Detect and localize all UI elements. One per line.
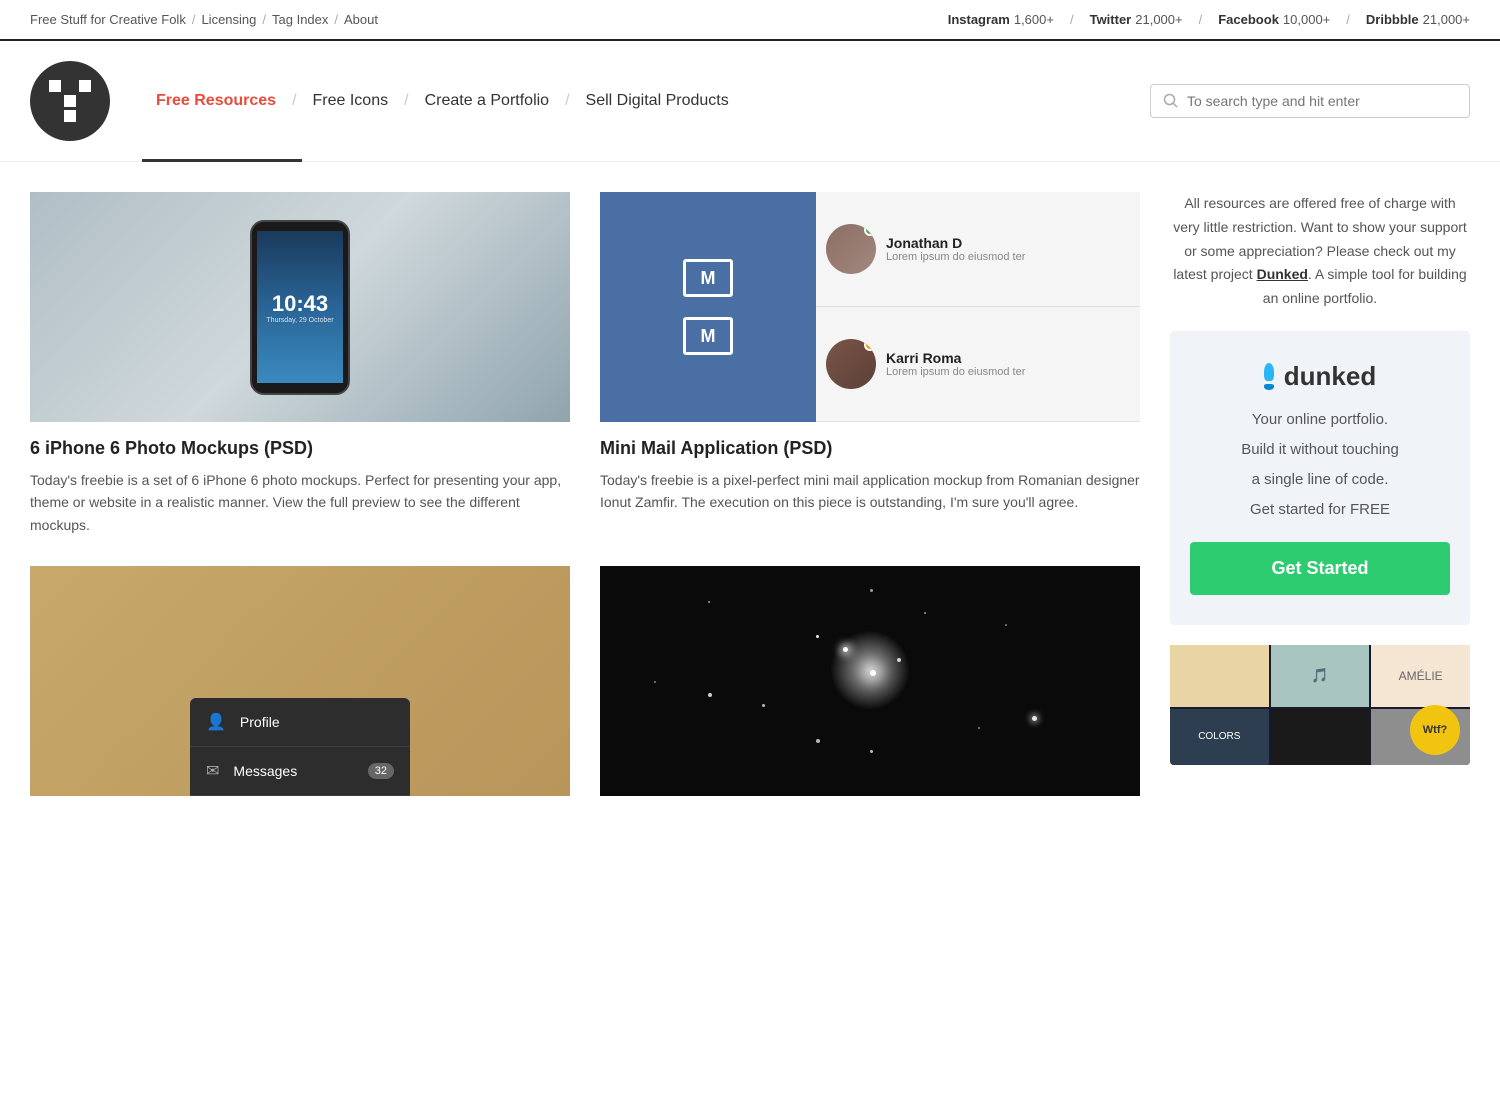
contact-text-jonathan: Lorem ipsum do eiusmod ter bbox=[886, 251, 1130, 263]
contact-info-karri: Karri Roma Lorem ipsum do eiusmod ter bbox=[886, 350, 1130, 378]
article-thumb-stars bbox=[600, 566, 1140, 796]
dunked-link[interactable]: Dunked bbox=[1257, 266, 1308, 282]
social-facebook[interactable]: Facebook 10,000+ bbox=[1218, 12, 1330, 27]
messages-badge: 32 bbox=[368, 763, 394, 779]
article-card-stars[interactable] bbox=[600, 566, 1140, 812]
mail-contact-jonathan: Jonathan D Lorem ipsum do eiusmod ter bbox=[816, 192, 1140, 307]
dunked-tagline-3: a single line of code. bbox=[1190, 468, 1450, 492]
article-title-mail: Mini Mail Application (PSD) bbox=[600, 438, 1140, 459]
top-bar-right: Instagram 1,600+ / Twitter 21,000+ / Fac… bbox=[948, 12, 1470, 27]
dunked-tagline-2: Build it without touching bbox=[1190, 438, 1450, 462]
logo-cell bbox=[64, 80, 76, 92]
iphone-date: Thursday, 29 October bbox=[266, 317, 333, 324]
profile-thumb: 👤 Profile ✉ Messages 32 bbox=[30, 566, 570, 796]
article-card-mail[interactable]: Jonathan D Lorem ipsum do eiusmod ter Ka… bbox=[600, 192, 1140, 536]
top-bar: Free Stuff for Creative Folk / Licensing… bbox=[0, 0, 1500, 41]
dunked-dot-icon bbox=[1264, 363, 1274, 390]
mail-left bbox=[600, 192, 816, 422]
profile-menu-item-messages: ✉ Messages 32 bbox=[190, 747, 410, 796]
profile-menu-label: Profile bbox=[240, 714, 280, 730]
avatar-jonathan bbox=[826, 224, 876, 274]
contact-name-jonathan: Jonathan D bbox=[886, 235, 1130, 251]
sidebar: All resources are offered free of charge… bbox=[1170, 192, 1470, 812]
article-thumb-iphone: 10:43 Thursday, 29 October bbox=[30, 192, 570, 422]
nav-free-resources[interactable]: Free Resources bbox=[140, 92, 292, 110]
profile-menu: 👤 Profile ✉ Messages 32 bbox=[190, 698, 410, 796]
star-burst bbox=[830, 630, 910, 710]
preview-cell-3: AMÉLIE bbox=[1371, 645, 1470, 707]
mail-contact-karri: Karri Roma Lorem ipsum do eiusmod ter bbox=[816, 307, 1140, 422]
logo-cell bbox=[79, 95, 91, 107]
mail-icon-2 bbox=[683, 317, 733, 355]
logo-grid bbox=[49, 80, 91, 122]
nav-create-portfolio[interactable]: Create a Portfolio bbox=[409, 92, 566, 110]
nav-bar: Free Resources / Free Icons / Create a P… bbox=[0, 41, 1500, 162]
profile-icon: 👤 bbox=[206, 712, 226, 732]
licensing-link[interactable]: Licensing bbox=[201, 12, 256, 27]
logo-cell bbox=[49, 95, 61, 107]
preview-cell-5 bbox=[1271, 709, 1370, 765]
logo-cell bbox=[64, 95, 76, 107]
iphone-time: 10:43 bbox=[272, 291, 328, 317]
contact-text-karri: Lorem ipsum do eiusmod ter bbox=[886, 366, 1130, 378]
logo-cell bbox=[49, 110, 61, 122]
online-dot-jonathan bbox=[864, 224, 876, 236]
search-input[interactable] bbox=[1187, 93, 1457, 109]
iphone-body: 10:43 Thursday, 29 October bbox=[250, 220, 350, 395]
about-link[interactable]: About bbox=[344, 12, 378, 27]
mail-thumb: Jonathan D Lorem ipsum do eiusmod ter Ka… bbox=[600, 192, 1140, 422]
article-desc-iphone: Today's freebie is a set of 6 iPhone 6 p… bbox=[30, 469, 570, 536]
online-dot-karri bbox=[864, 339, 876, 351]
sep3: / bbox=[334, 12, 338, 27]
avatar-karri bbox=[826, 339, 876, 389]
get-started-button[interactable]: Get Started bbox=[1190, 542, 1450, 595]
social-dribbble[interactable]: Dribbble 21,000+ bbox=[1366, 12, 1470, 27]
sidebar-description: All resources are offered free of charge… bbox=[1170, 192, 1470, 311]
messages-icon: ✉ bbox=[206, 761, 219, 781]
dunked-brand-name: dunked bbox=[1284, 361, 1376, 392]
dunked-tagline-4: Get started for FREE bbox=[1190, 498, 1450, 522]
article-thumb-profile: 👤 Profile ✉ Messages 32 bbox=[30, 566, 570, 796]
nav-links: Free Resources / Free Icons / Create a P… bbox=[140, 92, 1150, 110]
social-twitter[interactable]: Twitter 21,000+ bbox=[1090, 12, 1183, 27]
logo-cell bbox=[79, 80, 91, 92]
dunked-card: dunked Your online portfolio. Build it w… bbox=[1170, 331, 1470, 625]
article-desc-mail: Today's freebie is a pixel-perfect mini … bbox=[600, 469, 1140, 514]
article-title-iphone: 6 iPhone 6 Photo Mockups (PSD) bbox=[30, 438, 570, 459]
mail-right: Jonathan D Lorem ipsum do eiusmod ter Ka… bbox=[816, 192, 1140, 422]
search-icon bbox=[1163, 93, 1179, 109]
contact-info-jonathan: Jonathan D Lorem ipsum do eiusmod ter bbox=[886, 235, 1130, 263]
preview-cell-4: COLORS bbox=[1170, 709, 1269, 765]
profile-menu-item-profile: 👤 Profile bbox=[190, 698, 410, 747]
sep1: / bbox=[192, 12, 196, 27]
wtf-badge[interactable]: Wtf? bbox=[1410, 705, 1460, 755]
nav-sell-digital[interactable]: Sell Digital Products bbox=[570, 92, 745, 110]
article-card-profile[interactable]: 👤 Profile ✉ Messages 32 bbox=[30, 566, 570, 812]
dunked-preview-wrapper: 🎵 AMÉLIE COLORS Wtf? bbox=[1170, 645, 1470, 765]
sep2: / bbox=[262, 12, 266, 27]
dunked-tagline-1: Your online portfolio. bbox=[1190, 408, 1450, 432]
articles-grid: 10:43 Thursday, 29 October 6 iPhone 6 Ph… bbox=[30, 192, 1140, 812]
article-card-iphone[interactable]: 10:43 Thursday, 29 October 6 iPhone 6 Ph… bbox=[30, 192, 570, 536]
main-content: 10:43 Thursday, 29 October 6 iPhone 6 Ph… bbox=[0, 162, 1500, 842]
article-thumb-mail: Jonathan D Lorem ipsum do eiusmod ter Ka… bbox=[600, 192, 1140, 422]
preview-cell-2: 🎵 bbox=[1271, 645, 1370, 707]
iphone-screen: 10:43 Thursday, 29 October bbox=[257, 231, 343, 383]
stars-thumb bbox=[600, 566, 1140, 796]
logo-cell bbox=[79, 110, 91, 122]
social-instagram[interactable]: Instagram 1,600+ bbox=[948, 12, 1054, 27]
preview-cell-1 bbox=[1170, 645, 1269, 707]
mail-icon-1 bbox=[683, 259, 733, 297]
dunked-logo: dunked bbox=[1190, 361, 1450, 392]
logo-cell bbox=[64, 110, 76, 122]
profile-menu-messages-label: Messages bbox=[233, 763, 297, 779]
tag-index-link[interactable]: Tag Index bbox=[272, 12, 328, 27]
nav-free-icons[interactable]: Free Icons bbox=[297, 92, 405, 110]
search-box[interactable] bbox=[1150, 84, 1470, 118]
site-title: Free Stuff for Creative Folk bbox=[30, 12, 186, 27]
site-logo[interactable] bbox=[30, 61, 110, 141]
top-bar-left: Free Stuff for Creative Folk / Licensing… bbox=[30, 12, 378, 27]
contact-name-karri: Karri Roma bbox=[886, 350, 1130, 366]
logo-cell bbox=[49, 80, 61, 92]
